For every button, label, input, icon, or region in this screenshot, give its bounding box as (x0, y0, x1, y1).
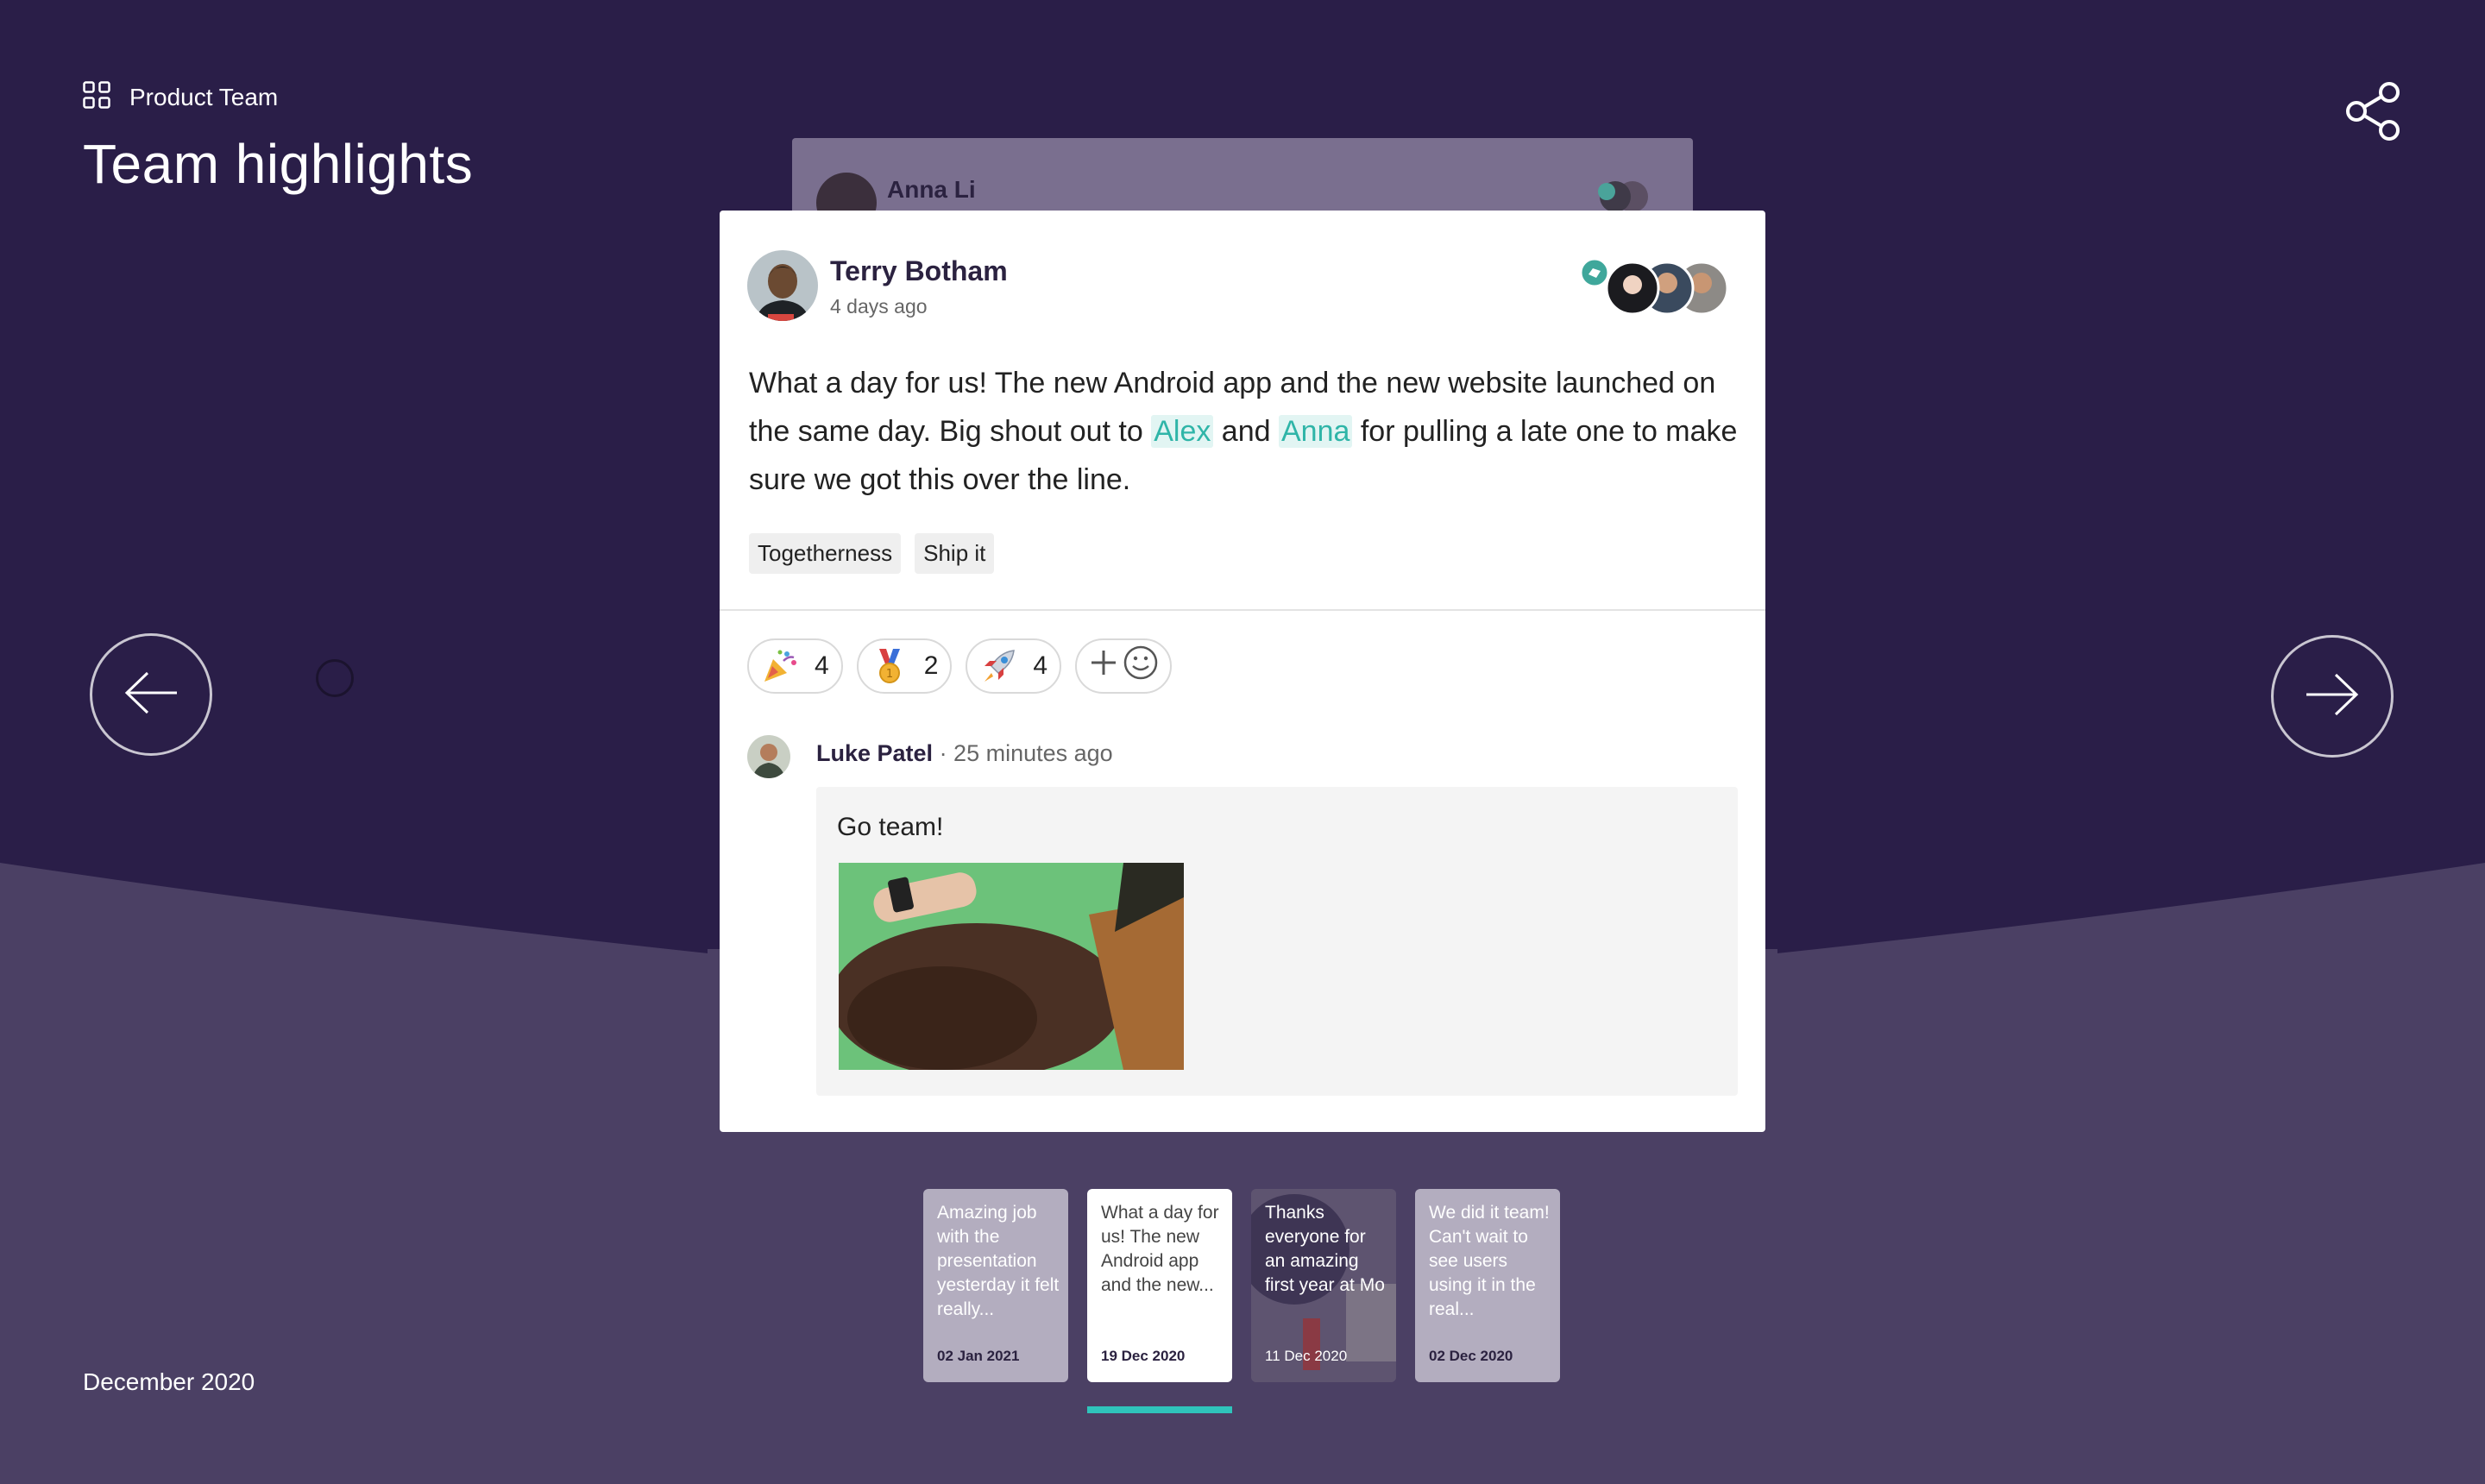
comment-meta: Luke Patel · 25 minutes ago (816, 740, 1113, 767)
reaction-party[interactable]: 4 (747, 638, 843, 694)
team-name: Product Team (129, 83, 279, 110)
thumbnail-date: 19 Dec 2020 (1101, 1348, 1186, 1364)
team-selector[interactable]: Product Team (83, 81, 473, 113)
arrow-right-icon (2305, 673, 2360, 720)
share-button[interactable] (2343, 81, 2404, 141)
plus-icon (1088, 647, 1119, 685)
previous-button[interactable] (90, 633, 212, 756)
post-timestamp: 4 days ago (830, 295, 928, 318)
tag-list: Togetherness Ship it (749, 533, 995, 574)
recipient-avatars (1598, 181, 1648, 212)
comment-box: Go team! (816, 787, 1738, 1096)
comment-author[interactable]: Luke Patel (816, 740, 933, 766)
thumbnail-text: What a day for us! The new Android app a… (1101, 1203, 1219, 1295)
comment-gif-image[interactable] (839, 863, 1184, 1070)
tag[interactable]: Togetherness (749, 533, 902, 574)
smiley-icon (1123, 645, 1159, 688)
add-reaction-button[interactable] (1075, 638, 1173, 694)
rocket-icon (979, 647, 1017, 685)
reaction-bar: 4 1 2 4 (747, 638, 1173, 694)
back-card-author: Anna Li (887, 176, 976, 203)
mention-alex[interactable]: Alex (1151, 415, 1214, 448)
reaction-count: 4 (815, 651, 829, 680)
reaction-medal[interactable]: 1 2 (856, 638, 953, 694)
page-header: Product Team Team highlights (83, 81, 473, 196)
avatar (747, 735, 790, 778)
reaction-count: 2 (923, 651, 939, 680)
divider (720, 609, 1765, 611)
post-message: What a day for us! The new Android app a… (749, 359, 1741, 504)
post-card: Terry Botham 4 days ago What a day for u… (720, 211, 1765, 1132)
reaction-count: 4 (1033, 651, 1048, 680)
thumbnail-card[interactable]: Amazing job with the presentation yester… (923, 1189, 1068, 1382)
active-thumbnail-indicator (1087, 1406, 1232, 1413)
reaction-rocket[interactable]: 4 (966, 638, 1062, 694)
comment-timestamp: · 25 minutes ago (933, 740, 1113, 766)
avatar (747, 250, 818, 321)
svg-text:1: 1 (886, 668, 893, 681)
next-button[interactable] (2271, 635, 2394, 758)
thumbnail-date: 02 Dec 2020 (1429, 1348, 1513, 1364)
mention-anna[interactable]: Anna (1278, 415, 1353, 448)
thumbnail-date: 02 Jan 2021 (937, 1348, 1020, 1364)
grid-icon (83, 81, 110, 113)
month-label: December 2020 (83, 1368, 255, 1395)
thumbnail-date: 11 Dec 2020 (1265, 1348, 1348, 1364)
thumbnail-card[interactable]: We did it team! Can't wait to see users … (1415, 1189, 1560, 1382)
arrow-left-icon (123, 671, 179, 719)
party-popper-icon (761, 647, 799, 685)
thumbnail-text: We did it team! Can't wait to see users … (1429, 1203, 1550, 1319)
post-text-segment: and (1213, 415, 1279, 448)
comment-text: Go team! (837, 813, 944, 841)
thumbnail-text: Thanks everyone for an amazing first yea… (1265, 1203, 1385, 1295)
thumbnail-card[interactable]: Thanks everyone for an amazing first yea… (1251, 1189, 1396, 1382)
recipient-avatars[interactable] (1577, 254, 1731, 323)
thumbnail-text: Amazing job with the presentation yester… (937, 1203, 1060, 1319)
medal-icon: 1 (871, 647, 909, 685)
thumbnail-card-active[interactable]: What a day for us! The new Android app a… (1087, 1189, 1232, 1382)
highlight-thumbnails: Amazing job with the presentation yester… (923, 1189, 1562, 1413)
page-title: Team highlights (83, 133, 474, 195)
ghost-circle-icon (316, 659, 354, 697)
tag[interactable]: Ship it (915, 533, 995, 574)
share-icon (2343, 82, 2404, 145)
post-author[interactable]: Terry Botham (830, 255, 1008, 287)
